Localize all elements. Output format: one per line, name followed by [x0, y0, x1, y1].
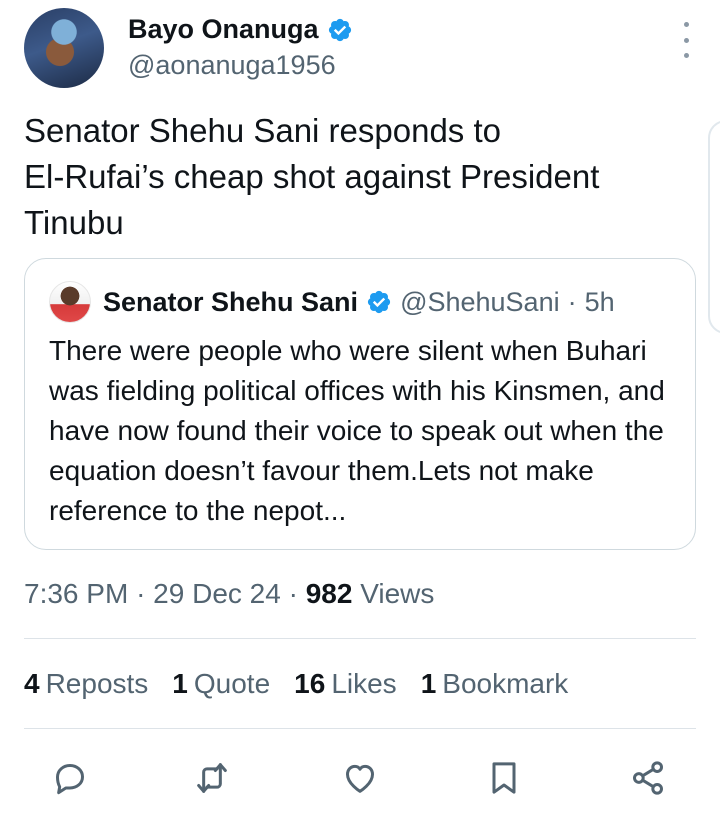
- quotes-stat[interactable]: 1 Quote: [172, 668, 270, 700]
- like-button[interactable]: [338, 756, 382, 800]
- quoted-tweet[interactable]: Senator Shehu Sani @ShehuSani · 5h There…: [24, 258, 696, 550]
- side-card-edge: [708, 120, 720, 334]
- likes-label: Likes: [331, 668, 397, 699]
- bookmark-button[interactable]: [482, 756, 526, 800]
- likes-count: 16: [294, 668, 326, 699]
- quoted-age: 5h: [584, 286, 615, 317]
- tweet-header: Bayo Onanuga @aonanuga1956: [24, 8, 696, 92]
- quoted-separator: ·: [567, 286, 577, 317]
- quoted-author-name: Senator Shehu Sani: [103, 286, 359, 317]
- author-name-row[interactable]: Bayo Onanuga: [128, 14, 353, 45]
- bookmark-icon: [492, 762, 516, 794]
- author-avatar[interactable]: [24, 8, 104, 88]
- likes-stat[interactable]: 16 Likes: [294, 668, 397, 700]
- quoted-tweet-text: There were people who were silent when B…: [49, 335, 665, 526]
- engagement-stats: 4 Reposts 1 Quote 16 Likes 1 Bookmark: [24, 668, 568, 700]
- tweet-meta: 7:36 PM · 29 Dec 24 · 982 Views: [24, 578, 434, 610]
- quoted-author-avatar: [49, 281, 91, 323]
- reposts-count: 4: [24, 668, 40, 699]
- reposts-label: Reposts: [45, 668, 149, 699]
- divider: [24, 638, 696, 639]
- share-icon: [633, 761, 663, 795]
- tweet-text: Senator Shehu Sani responds to El-Rufai’…: [24, 112, 600, 241]
- tweet-time[interactable]: 7:36 PM: [24, 578, 128, 609]
- reply-button[interactable]: [48, 756, 92, 800]
- tweet-date[interactable]: 29 Dec 24: [153, 578, 281, 609]
- bookmarks-count: 1: [420, 668, 437, 699]
- quotes-label: Quote: [193, 668, 271, 699]
- action-bar: [24, 756, 696, 800]
- repost-icon: [197, 763, 227, 793]
- more-options-icon[interactable]: [680, 22, 692, 58]
- quoted-tweet-header: Senator Shehu Sani @ShehuSani · 5h: [49, 281, 615, 323]
- author-display-name[interactable]: Bayo Onanuga: [128, 14, 319, 45]
- divider: [24, 728, 696, 729]
- like-icon: [346, 764, 374, 793]
- bookmarks-label: Bookmark: [442, 668, 569, 699]
- views-count: 982: [305, 578, 353, 609]
- views-label: Views: [360, 578, 435, 609]
- share-button[interactable]: [626, 756, 670, 800]
- quoted-author-handle: @ShehuSani: [400, 286, 560, 317]
- author-handle[interactable]: @aonanuga1956: [128, 50, 336, 81]
- quotes-count: 1: [172, 668, 188, 699]
- quoted-verified-badge-icon: [367, 290, 391, 314]
- repost-button[interactable]: [190, 756, 234, 800]
- meta-separator: ·: [136, 578, 146, 609]
- meta-separator: ·: [288, 578, 298, 609]
- reply-icon: [56, 764, 84, 795]
- verified-badge-icon: [328, 18, 351, 41]
- reposts-stat[interactable]: 4 Reposts: [24, 668, 148, 700]
- bookmarks-stat[interactable]: 1 Bookmark: [421, 668, 569, 700]
